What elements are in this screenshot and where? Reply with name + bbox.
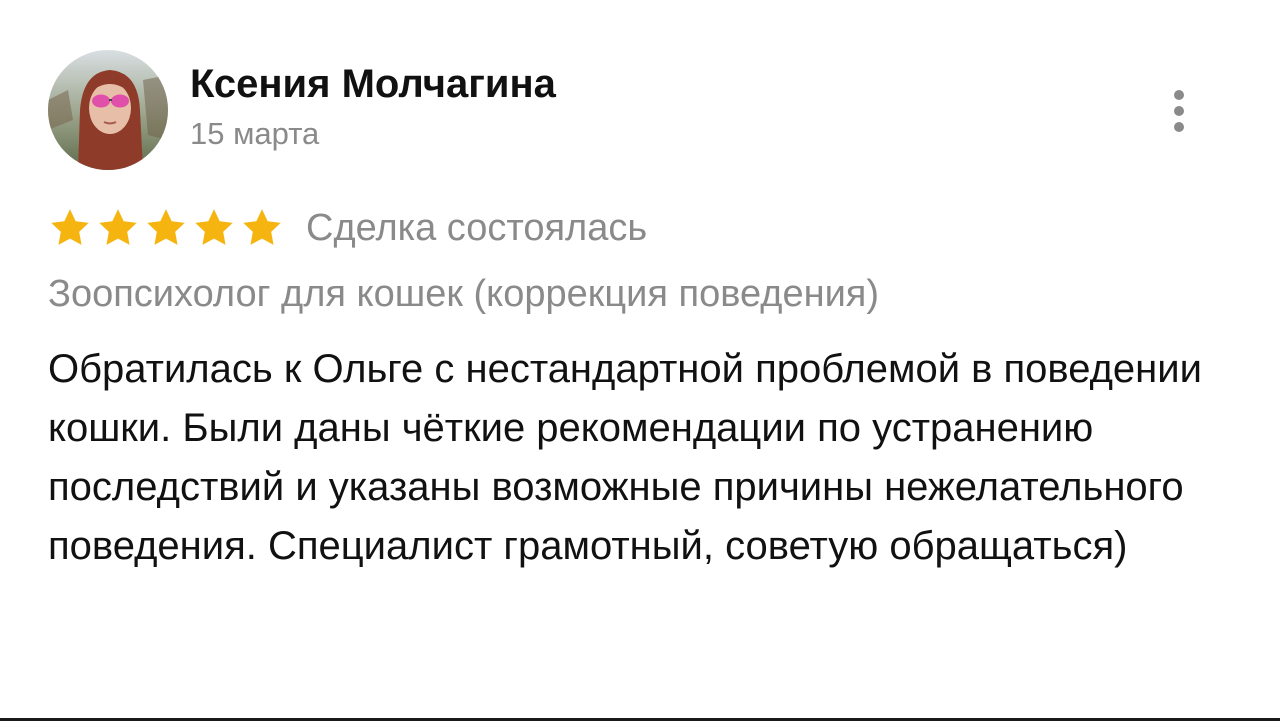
review-text: Обратилась к Ольге с нестандартной пробл…: [48, 347, 1202, 568]
more-options-button[interactable]: [1162, 86, 1196, 136]
star-rating: [48, 206, 288, 250]
star-icon: [195, 209, 233, 245]
deal-status: Сделка состоялась: [306, 207, 648, 249]
review-header: Ксения Молчагина 15 марта: [48, 50, 556, 170]
user-info: Ксения Молчагина 15 марта: [190, 62, 556, 154]
star-icon: [51, 209, 89, 245]
service-name[interactable]: Зоопсихолог для кошек (коррекция поведен…: [48, 266, 879, 322]
more-vertical-icon: [1174, 90, 1184, 100]
star-icon: [147, 209, 185, 245]
star-icon: [243, 209, 281, 245]
avatar[interactable]: [48, 50, 168, 170]
avatar-photo: [48, 50, 168, 170]
author-name[interactable]: Ксения Молчагина: [190, 60, 556, 108]
review-date: 15 марта: [190, 116, 320, 151]
rating-row: Сделка состоялась: [48, 200, 647, 256]
review-card: Ксения Молчагина 15 марта Сделка состоял…: [0, 0, 1280, 721]
more-vertical-icon-dot: [1174, 122, 1184, 132]
star-icon: [99, 209, 137, 245]
more-vertical-icon-dot: [1174, 106, 1184, 116]
